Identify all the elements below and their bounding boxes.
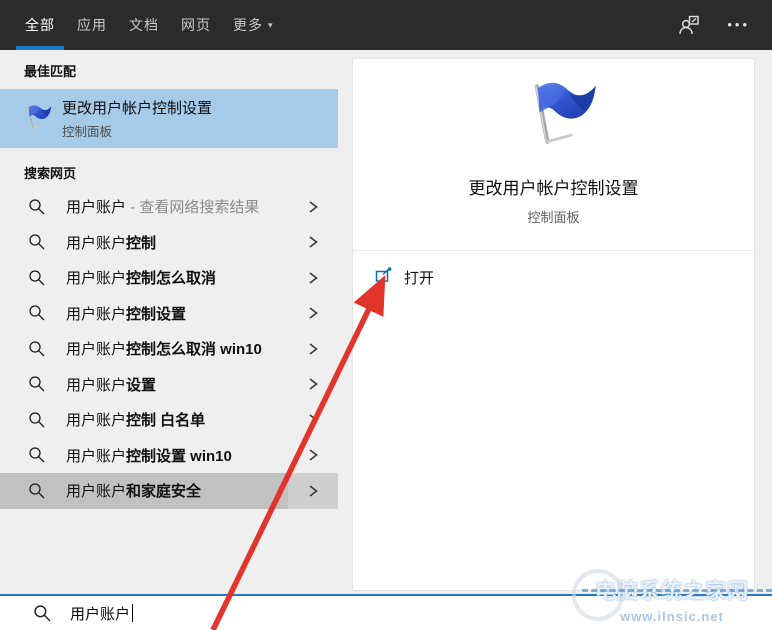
ellipsis-icon[interactable]: ••• — [727, 0, 750, 50]
best-match-title: 更改用户帐户控制设置 — [62, 97, 212, 118]
tab-apps-label: 应用 — [77, 15, 107, 35]
search-icon — [28, 411, 46, 429]
chevron-right-icon[interactable] — [288, 367, 338, 403]
feedback-user-icon[interactable] — [677, 13, 701, 37]
text-cursor — [132, 604, 133, 622]
preview-panel: 更改用户帐户控制设置 控制面板 打开 — [352, 58, 755, 591]
suggestion-row[interactable]: 用户账户设置 — [0, 367, 338, 403]
chevron-down-icon: ▾ — [268, 20, 274, 31]
search-icon — [28, 446, 46, 464]
suggestion-text: 用户账户 - 查看网络搜索结果 — [66, 196, 286, 217]
divider — [353, 250, 754, 251]
search-icon — [28, 375, 46, 393]
tab-more-label: 更多 — [233, 15, 263, 35]
best-match-item[interactable]: 更改用户帐户控制设置 控制面板 — [0, 89, 338, 148]
suggestion-text: 用户账户控制 白名单 — [66, 409, 286, 430]
suggestion-row-highlighted[interactable]: 用户账户和家庭安全 — [0, 473, 338, 509]
chevron-right-icon[interactable] — [288, 331, 338, 367]
search-top-bar: 全部 应用 文档 网页 更多 ▾ ••• — [0, 0, 772, 50]
open-action[interactable]: 打开 — [353, 267, 754, 288]
suggestion-text: 用户账户设置 — [66, 374, 286, 395]
preview-title: 更改用户帐户控制设置 — [469, 174, 639, 199]
suggestion-row[interactable]: 用户账户 - 查看网络搜索结果 — [0, 189, 338, 225]
chevron-right-icon[interactable] — [288, 296, 338, 332]
suggestion-row[interactable]: 用户账户控制怎么取消 win10 — [0, 331, 338, 367]
results-left-panel: 最佳匹配 更改用户帐户控制设置 控制面板 搜索网页 用户账户 - 查看网络搜索结… — [0, 50, 338, 594]
chevron-right-icon[interactable] — [288, 189, 338, 225]
tab-all[interactable]: 全部 — [14, 0, 66, 50]
search-icon — [28, 233, 46, 251]
chevron-right-icon[interactable] — [288, 473, 338, 509]
chevron-right-icon[interactable] — [288, 438, 338, 474]
search-input-bar[interactable]: 用户账户 — [0, 594, 772, 630]
best-match-subtitle: 控制面板 — [62, 121, 212, 140]
web-search-header: 搜索网页 — [0, 148, 338, 189]
filter-tabs: 全部 应用 文档 网页 更多 ▾ — [14, 0, 285, 50]
suggestion-text: 用户账户控制 — [66, 232, 286, 253]
suggestion-text: 用户账户控制怎么取消 win10 — [66, 338, 286, 359]
tab-documents[interactable]: 文档 — [118, 0, 170, 50]
open-external-icon — [375, 267, 392, 288]
tab-all-label: 全部 — [25, 15, 55, 35]
search-results-area: 最佳匹配 更改用户帐户控制设置 控制面板 搜索网页 用户账户 - 查看网络搜索结… — [0, 50, 772, 594]
open-label: 打开 — [404, 267, 434, 288]
suggestion-text: 用户账户和家庭安全 — [66, 480, 286, 501]
search-icon — [28, 340, 46, 358]
uac-flag-icon-large — [506, 77, 602, 162]
suggestion-row[interactable]: 用户账户控制 白名单 — [0, 402, 338, 438]
search-icon — [28, 269, 46, 287]
tab-more[interactable]: 更多 ▾ — [222, 0, 285, 50]
tab-apps[interactable]: 应用 — [66, 0, 118, 50]
tab-documents-label: 文档 — [129, 15, 159, 35]
suggestion-row[interactable]: 用户账户控制怎么取消 — [0, 260, 338, 296]
search-input-value[interactable]: 用户账户 — [70, 603, 130, 624]
suggestion-row[interactable]: 用户账户控制 — [0, 225, 338, 261]
suggestion-text: 用户账户控制设置 win10 — [66, 445, 286, 466]
suggestion-text: 用户账户控制怎么取消 — [66, 267, 286, 288]
suggestion-row[interactable]: 用户账户控制设置 win10 — [0, 438, 338, 474]
search-icon — [28, 304, 46, 322]
search-icon — [33, 604, 52, 623]
search-icon — [28, 198, 46, 216]
chevron-right-icon[interactable] — [288, 260, 338, 296]
tab-web-label: 网页 — [181, 15, 211, 35]
uac-flag-icon — [12, 103, 58, 134]
chevron-right-icon[interactable] — [288, 402, 338, 438]
suggestion-text: 用户账户控制设置 — [66, 303, 286, 324]
preview-subtitle: 控制面板 — [527, 207, 579, 226]
best-match-header: 最佳匹配 — [0, 50, 338, 89]
search-icon — [28, 482, 46, 500]
chevron-right-icon[interactable] — [288, 225, 338, 261]
suggestion-row[interactable]: 用户账户控制设置 — [0, 296, 338, 332]
tab-web[interactable]: 网页 — [170, 0, 222, 50]
